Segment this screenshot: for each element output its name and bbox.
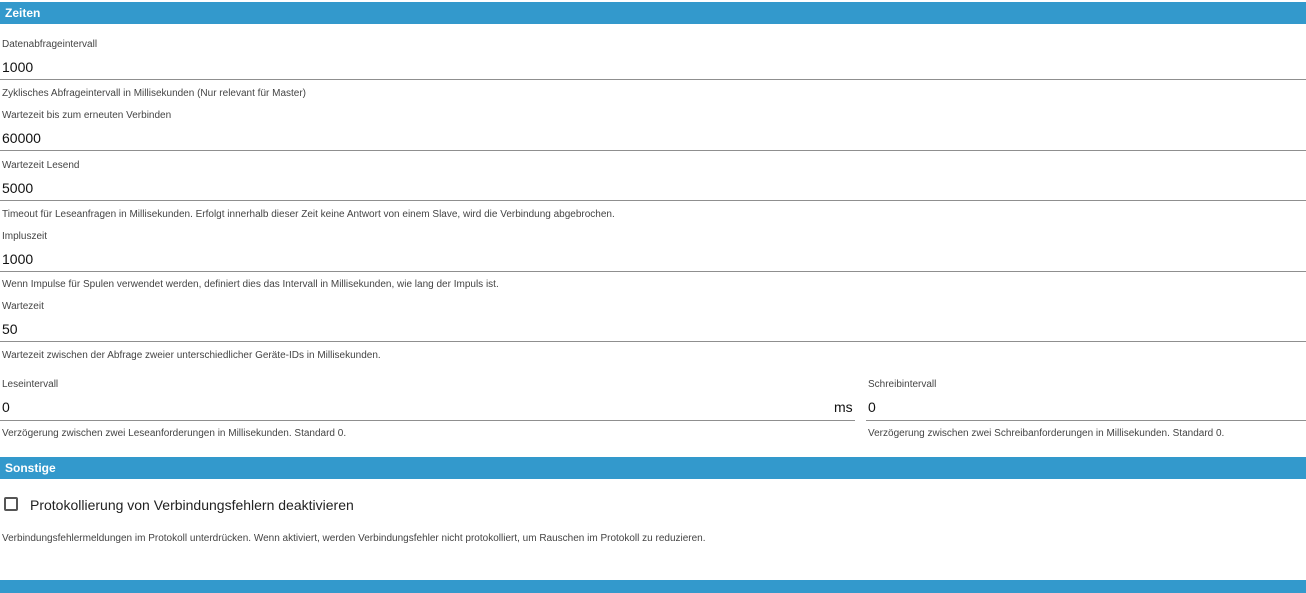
schreibintervall-input[interactable] xyxy=(868,397,1298,417)
wartezeit-hint: Wartezeit zwischen der Abfrage zweier un… xyxy=(2,350,381,361)
section-header-sonstige: Sonstige xyxy=(0,457,1306,479)
leseintervall-underline xyxy=(0,420,855,421)
protokollierung-checkbox[interactable] xyxy=(4,497,18,511)
leseintervall-hint: Verzögerung zwischen zwei Leseanforderun… xyxy=(2,428,347,439)
schreibintervall-label: Schreibintervall xyxy=(868,379,937,390)
next-section-header-bar xyxy=(0,580,1306,593)
section-title-zeiten: Zeiten xyxy=(5,6,41,20)
wartezeit-lesend-hint: Timeout für Leseanfragen in Millisekunde… xyxy=(2,209,615,220)
datenabfrageintervall-hint: Zyklisches Abfrageintervall in Milliseku… xyxy=(2,88,307,99)
datenabfrageintervall-input[interactable] xyxy=(2,57,1302,77)
impulszeit-underline xyxy=(0,271,1306,272)
leseintervall-label: Leseintervall xyxy=(2,379,59,390)
wartezeit-input[interactable] xyxy=(2,319,1302,339)
datenabfrageintervall-label: Datenabfrageintervall xyxy=(2,39,98,50)
impulszeit-hint: Wenn Impulse für Spulen verwendet werden… xyxy=(2,279,499,290)
wartezeit-verbinden-label: Wartezeit bis zum erneuten Verbinden xyxy=(2,110,172,121)
wartezeit-verbinden-input[interactable] xyxy=(2,128,1302,148)
wartezeit-lesend-underline xyxy=(0,200,1306,201)
datenabfrageintervall-underline xyxy=(0,79,1306,80)
wartezeit-verbinden-underline xyxy=(0,150,1306,151)
leseintervall-unit: ms xyxy=(834,399,853,415)
schreibintervall-underline xyxy=(866,420,1306,421)
protokollierung-checkbox-label[interactable]: Protokollierung von Verbindungsfehlern d… xyxy=(30,497,354,513)
wartezeit-label: Wartezeit xyxy=(2,301,44,312)
protokollierung-hint: Verbindungsfehlermeldungen im Protokoll … xyxy=(2,533,706,544)
leseintervall-input[interactable] xyxy=(2,397,822,417)
wartezeit-underline xyxy=(0,341,1306,342)
section-title-sonstige: Sonstige xyxy=(5,461,56,475)
impulszeit-input[interactable] xyxy=(2,249,1302,269)
wartezeit-lesend-label: Wartezeit Lesend xyxy=(2,160,80,171)
wartezeit-lesend-input[interactable] xyxy=(2,178,1302,198)
schreibintervall-hint: Verzögerung zwischen zwei Schreibanforde… xyxy=(868,428,1225,439)
impulszeit-label: Impluszeit xyxy=(2,231,48,242)
section-header-zeiten: Zeiten xyxy=(0,2,1306,24)
